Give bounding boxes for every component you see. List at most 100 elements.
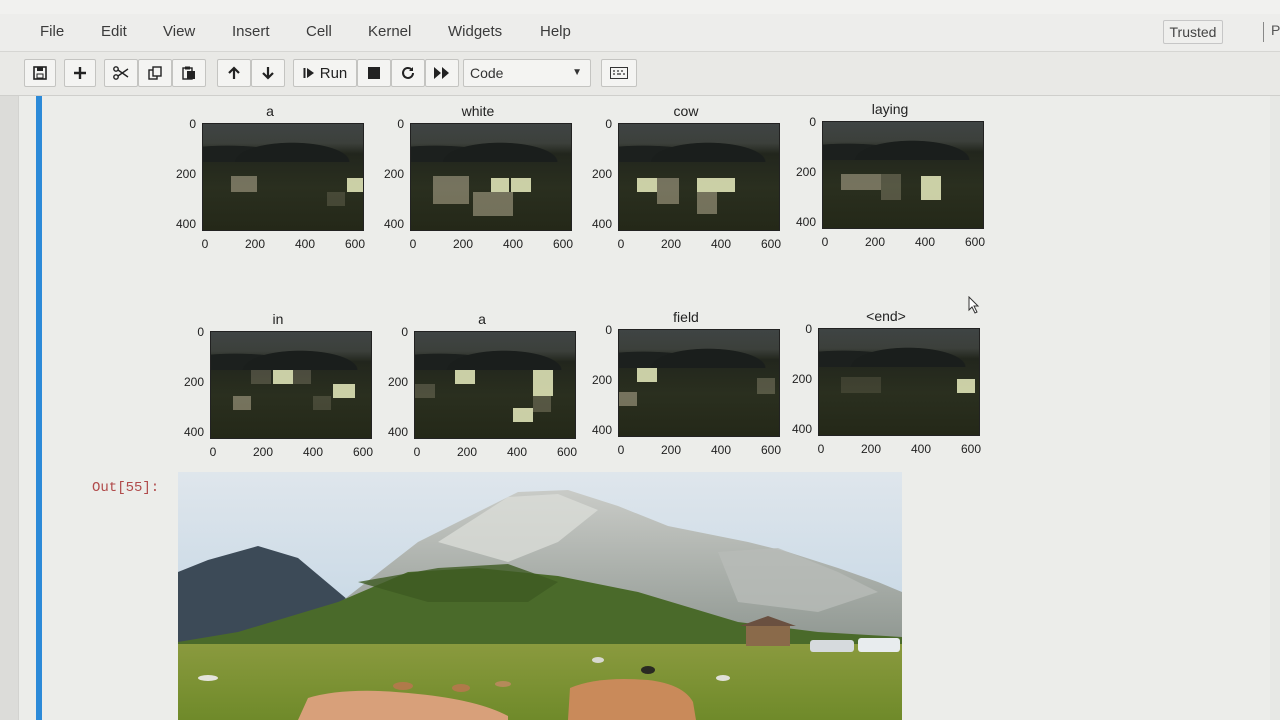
keyboard-icon <box>610 67 628 79</box>
menu-view[interactable]: View <box>163 23 195 40</box>
x-tick: 600 <box>960 442 982 456</box>
toolbar: Run <box>0 52 1280 96</box>
plot-title: in <box>272 311 284 327</box>
x-tick: 0 <box>201 237 209 251</box>
plot-title: laying <box>871 101 909 117</box>
mouse-cursor-icon <box>968 296 980 314</box>
x-tick: 200 <box>452 237 474 251</box>
y-tick: 400 <box>175 217 196 231</box>
x-tick: 200 <box>660 443 682 457</box>
attention-image <box>818 328 980 436</box>
output-prompt: Out[55]: <box>92 480 160 496</box>
move-down-button[interactable] <box>251 59 285 87</box>
chevron-down-icon: ▼ <box>572 67 582 78</box>
plot-title: field <box>673 309 699 325</box>
copy-button[interactable] <box>138 59 172 87</box>
y-tick: 200 <box>383 167 404 181</box>
y-tick: 0 <box>401 325 408 339</box>
restart-run-all-button[interactable] <box>425 59 459 87</box>
x-tick: 600 <box>760 443 782 457</box>
x-tick: 400 <box>294 237 316 251</box>
x-tick: 200 <box>456 445 478 459</box>
plot-title: a <box>266 103 274 119</box>
cut-button[interactable] <box>104 59 138 87</box>
plot-title: <end> <box>866 308 906 324</box>
x-tick: 400 <box>506 445 528 459</box>
attention-plot: <end> 0 200 400 0 200 400 600 <box>786 308 986 458</box>
kernel-indicator[interactable]: P <box>1271 22 1280 38</box>
y-tick: 0 <box>605 323 612 337</box>
attention-plot: in 0 200 400 0 200 400 600 <box>178 311 378 461</box>
x-tick: 400 <box>914 235 936 249</box>
attention-plot: white 0 200 400 0 200 400 600 <box>378 103 578 253</box>
paste-button[interactable] <box>172 59 206 87</box>
menu-bar: File Edit View Insert Cell Kernel Widget… <box>0 14 1280 52</box>
x-tick: 0 <box>617 237 625 251</box>
plot-title: white <box>461 103 495 119</box>
x-tick: 400 <box>302 445 324 459</box>
attention-plot: laying 0 200 400 0 200 400 600 <box>790 101 990 251</box>
menu-help[interactable]: Help <box>540 23 571 40</box>
run-button[interactable]: Run <box>293 59 357 87</box>
save-button[interactable] <box>24 59 56 87</box>
interrupt-button[interactable] <box>357 59 391 87</box>
x-tick: 0 <box>209 445 217 459</box>
paste-icon <box>182 66 195 80</box>
cell-type-select[interactable]: Code ▼ <box>463 59 591 87</box>
y-tick: 400 <box>383 217 404 231</box>
cell-type-value: Code <box>470 65 504 81</box>
x-tick: 600 <box>556 445 578 459</box>
x-tick: 0 <box>821 235 829 249</box>
attention-image <box>618 123 780 231</box>
attention-image <box>410 123 572 231</box>
attention-image <box>202 123 364 231</box>
y-tick: 0 <box>805 322 812 336</box>
attention-image <box>618 329 780 437</box>
x-tick: 600 <box>552 237 574 251</box>
y-tick: 0 <box>189 117 196 131</box>
y-tick: 400 <box>795 215 816 229</box>
plot-title: cow <box>673 103 699 119</box>
y-tick: 200 <box>591 167 612 181</box>
command-palette-button[interactable] <box>601 59 637 87</box>
menu-widgets[interactable]: Widgets <box>448 23 502 40</box>
x-tick: 600 <box>352 445 374 459</box>
x-tick: 600 <box>760 237 782 251</box>
attention-image <box>414 331 576 439</box>
y-tick: 400 <box>591 423 612 437</box>
plus-icon <box>74 67 86 79</box>
y-tick: 200 <box>795 165 816 179</box>
x-tick: 400 <box>910 442 932 456</box>
menu-kernel[interactable]: Kernel <box>368 23 411 40</box>
attention-plot: a 0 200 400 0 200 400 600 <box>382 311 582 461</box>
y-tick: 400 <box>791 422 812 436</box>
x-tick: 400 <box>710 443 732 457</box>
insert-cell-button[interactable] <box>64 59 96 87</box>
trusted-badge[interactable]: Trusted <box>1163 20 1223 44</box>
menu-cell[interactable]: Cell <box>306 23 332 40</box>
arrow-up-icon <box>228 66 240 79</box>
x-tick: 200 <box>660 237 682 251</box>
arrow-down-icon <box>262 67 274 80</box>
x-tick: 200 <box>244 237 266 251</box>
x-tick: 400 <box>502 237 524 251</box>
fast-forward-icon <box>434 67 449 79</box>
y-tick: 200 <box>791 372 812 386</box>
x-tick: 200 <box>864 235 886 249</box>
y-tick: 400 <box>591 217 612 231</box>
x-tick: 600 <box>964 235 986 249</box>
attention-image <box>822 121 984 229</box>
browser-top-strip <box>0 0 1280 14</box>
move-up-button[interactable] <box>217 59 251 87</box>
menu-edit[interactable]: Edit <box>101 23 127 40</box>
y-tick: 0 <box>605 117 612 131</box>
x-tick: 400 <box>710 237 732 251</box>
restart-button[interactable] <box>391 59 425 87</box>
menu-insert[interactable]: Insert <box>232 23 270 40</box>
restart-icon <box>402 66 414 79</box>
mountain-cows-image <box>178 472 902 720</box>
kernel-separator <box>1263 22 1264 42</box>
y-tick: 200 <box>387 375 408 389</box>
menu-file[interactable]: File <box>40 23 64 40</box>
save-icon <box>33 66 47 80</box>
